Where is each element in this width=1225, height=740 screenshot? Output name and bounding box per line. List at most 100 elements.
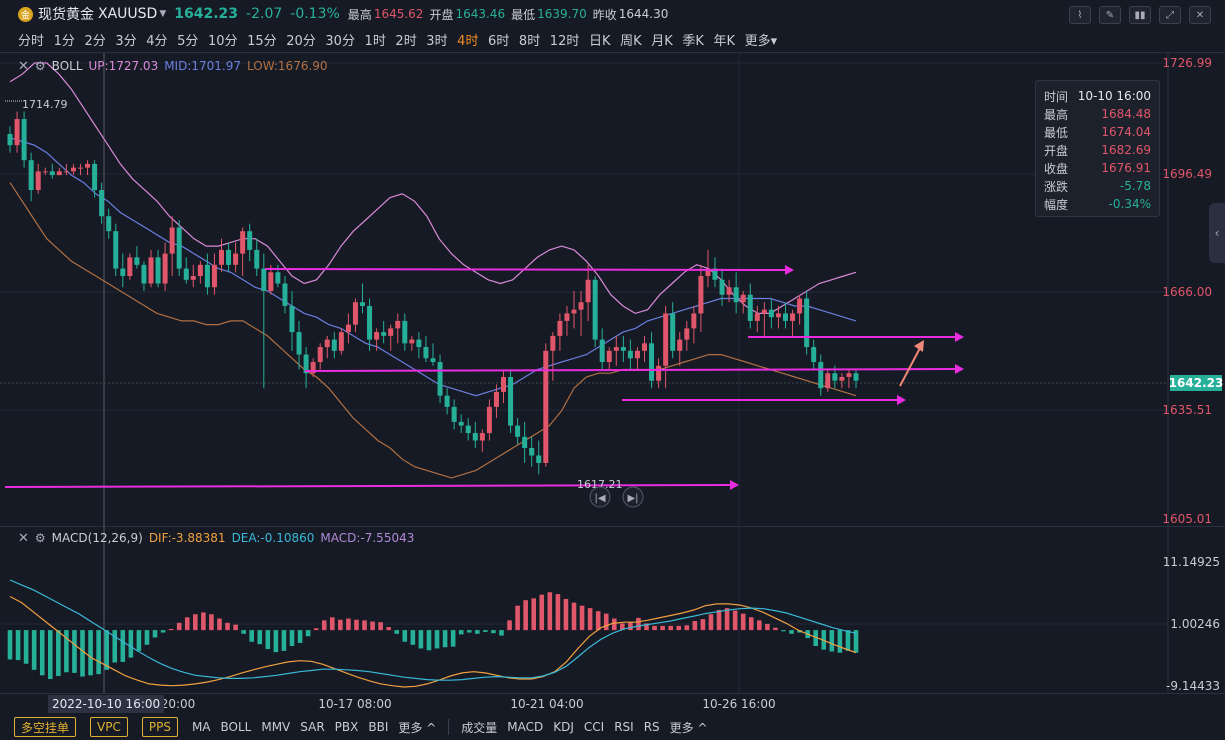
macd-histogram-bar	[39, 630, 45, 676]
main-indicator-4[interactable]: PBX	[335, 720, 359, 734]
main-indicator-6[interactable]: 更多 ^	[398, 719, 436, 736]
sub-indicator-4[interactable]: RSI	[614, 720, 634, 734]
macd-histogram-bar	[515, 605, 520, 631]
candle-body	[190, 276, 196, 280]
main-indicator-3[interactable]: SAR	[300, 720, 324, 734]
macd-histogram-bar	[450, 630, 456, 647]
main-indicator-0[interactable]: MA	[192, 720, 211, 734]
sub-indicator-1[interactable]: MACD	[507, 720, 543, 734]
sub-indicator-0[interactable]: 成交量	[461, 719, 497, 736]
sub-indicator-2[interactable]: KDJ	[553, 720, 574, 734]
candle-body	[649, 343, 655, 381]
candle-body	[444, 395, 450, 407]
line-arrowhead	[897, 395, 906, 405]
candle-body	[515, 425, 521, 437]
boll-low-value: LOW:1676.90	[247, 59, 328, 73]
macd-histogram-bar	[466, 630, 472, 633]
sub-indicator-5[interactable]: RS	[644, 720, 660, 734]
candle-body	[775, 313, 781, 318]
candle-body	[85, 163, 91, 168]
gear-icon[interactable]: ⚙	[35, 59, 46, 73]
line-arrowhead	[785, 265, 794, 275]
macd-histogram-bar	[281, 630, 287, 651]
main-indicator-5[interactable]: BBI	[368, 720, 388, 734]
macd-histogram-bar	[442, 630, 448, 648]
macd-histogram-bar	[120, 630, 126, 662]
sub-indicator-6[interactable]: 更多 ^	[670, 719, 708, 736]
macd-histogram-bar	[15, 630, 21, 661]
bottom-button-2[interactable]: PPS	[141, 717, 178, 737]
info-row: 开盘 1682.69	[1044, 141, 1151, 159]
gear-icon[interactable]: ⚙	[35, 531, 46, 545]
candle-body	[754, 313, 760, 321]
line-arrowhead	[730, 480, 739, 490]
candle-body	[352, 302, 358, 325]
candle-body	[21, 119, 27, 161]
macd-histogram-bar	[853, 630, 859, 653]
close-boll-icon[interactable]: ✕	[18, 59, 29, 74]
bottom-button-1[interactable]: VPC	[90, 717, 128, 737]
collapse-panel-icon[interactable]: ‹	[1209, 203, 1225, 263]
macd-histogram-bar	[144, 630, 150, 645]
candle-body	[761, 309, 767, 314]
info-value: 1682.69	[1101, 143, 1151, 157]
x-tick-label: 10-26 16:00	[702, 697, 775, 711]
candle-body	[578, 302, 584, 310]
candle-body	[613, 347, 619, 351]
y-tick-label: 1696.49	[1162, 167, 1212, 181]
sub-indicator-3[interactable]: CCI	[584, 720, 604, 734]
candle-body	[155, 257, 161, 284]
candle-body	[458, 421, 464, 426]
candle-body	[508, 376, 514, 426]
candle-body	[338, 332, 344, 351]
info-key: 最高	[1044, 107, 1069, 122]
y-tick-label: 1666.00	[1162, 285, 1212, 299]
candle-body	[493, 391, 499, 407]
macd-histogram-bar	[96, 630, 101, 675]
candle-body	[684, 328, 690, 340]
macd-histogram-bar	[555, 594, 561, 631]
candle-body	[233, 253, 239, 265]
candle-body	[113, 231, 119, 269]
macd-histogram-bar	[249, 630, 255, 642]
macd-histogram-bar	[72, 630, 77, 673]
main-indicator-2[interactable]: MMV	[261, 720, 290, 734]
macd-histogram-bar	[708, 614, 714, 631]
y-tick-label: 1605.01	[1162, 512, 1212, 526]
macd-histogram-bar	[233, 624, 238, 631]
macd-histogram-bar	[458, 630, 464, 635]
boll-header: ✕ ⚙ BOLL UP:1727.03 MID:1701.97 LOW:1676…	[18, 58, 328, 74]
candle-body	[92, 163, 98, 191]
main-indicator-1[interactable]: BOLL	[221, 720, 252, 734]
info-row: 时间 10-10 16:00	[1044, 87, 1151, 105]
x-tick-label: 10-17 08:00	[318, 697, 391, 711]
macd-histogram-bar	[305, 630, 311, 637]
candle-body	[592, 279, 598, 340]
close-macd-icon[interactable]: ✕	[18, 531, 29, 546]
candle-body	[839, 376, 845, 381]
macd-histogram-bar	[603, 613, 609, 631]
candle-body	[627, 350, 633, 359]
macd-histogram-bar	[660, 625, 665, 631]
bottom-button-0[interactable]: 多空挂单	[14, 717, 77, 737]
macd-histogram-bar	[491, 630, 496, 634]
boll-up-value: UP:1727.03	[88, 59, 159, 73]
macd-histogram-bar	[700, 619, 706, 631]
candle-body	[56, 171, 62, 176]
macd-histogram-bar	[829, 630, 835, 652]
macd-histogram-bar	[31, 630, 37, 670]
candle-body	[275, 272, 281, 284]
candle-body	[261, 268, 267, 291]
candle-body	[423, 347, 429, 359]
candle-body	[148, 257, 154, 284]
boll-name: BOLL	[51, 59, 83, 73]
candle-body	[451, 406, 457, 422]
macd-histogram-bar	[152, 630, 158, 638]
macd-histogram-bar	[217, 618, 222, 631]
macd-histogram-bar	[329, 617, 335, 631]
candle-body	[211, 264, 217, 288]
macd-histogram-bar	[579, 605, 585, 631]
macd-histogram-bar	[499, 630, 504, 636]
macd-histogram-bar	[273, 630, 279, 653]
macd-histogram-bar	[23, 630, 29, 664]
